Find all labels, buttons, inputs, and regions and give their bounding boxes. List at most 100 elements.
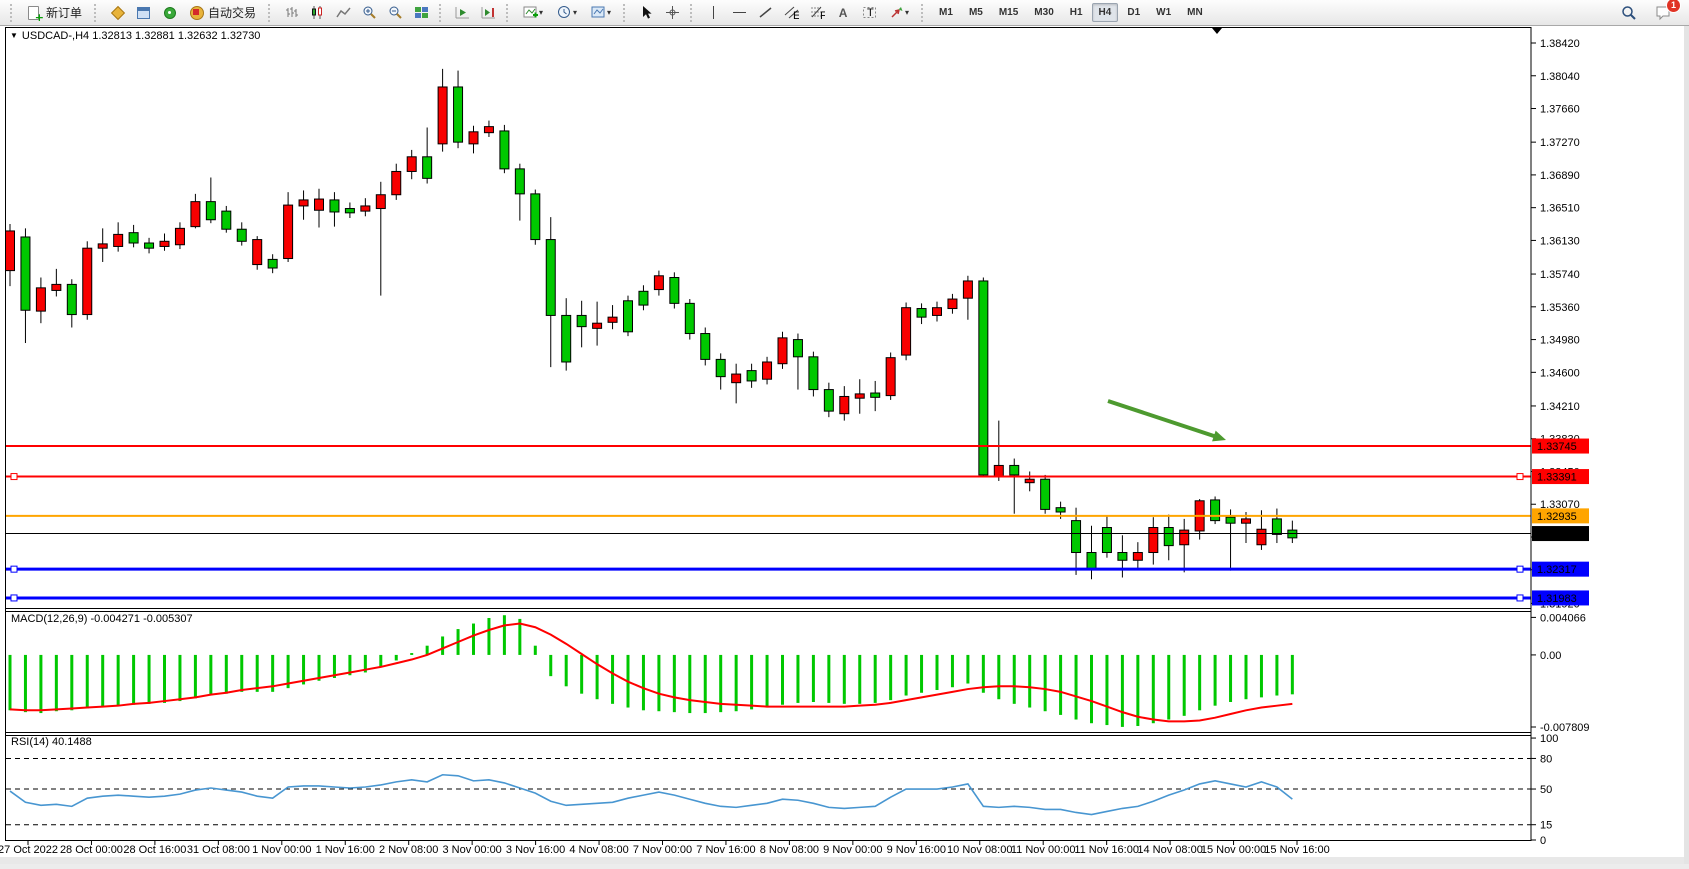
chart-canvas[interactable]: 1.384201.380401.376601.372701.368901.365…	[0, 26, 1689, 864]
candle-body	[994, 465, 1003, 476]
macd-histogram-bar	[132, 655, 135, 705]
period-button[interactable]: ▾	[551, 2, 583, 24]
macd-histogram-bar	[194, 655, 197, 698]
chart-shift-icon	[481, 5, 496, 20]
quotes-button[interactable]	[105, 2, 129, 24]
macd-histogram-bar	[472, 624, 475, 655]
trendline-icon	[758, 5, 773, 20]
macd-histogram-bar	[117, 655, 120, 706]
candle-body	[608, 317, 617, 322]
candle-body	[577, 315, 586, 326]
text-label-icon: T	[862, 5, 877, 20]
macd-histogram-bar	[642, 655, 645, 710]
candle-body	[515, 169, 524, 194]
line-handle[interactable]	[1517, 566, 1523, 572]
timeframe-h1-button[interactable]: H1	[1063, 3, 1090, 22]
timeframe-w1-button[interactable]: W1	[1149, 3, 1178, 22]
crosshair-tool-button[interactable]	[660, 2, 684, 24]
label-tool-button[interactable]: T	[857, 2, 881, 24]
line-handle[interactable]	[11, 566, 17, 572]
chart-title-text: USDCAD-,H4 1.32813 1.32881 1.32632 1.327…	[22, 30, 261, 42]
candle-body	[1211, 500, 1220, 521]
candle-body	[484, 127, 493, 133]
candle-body	[67, 284, 76, 314]
data-window-button[interactable]	[131, 2, 155, 24]
cursor-tool-button[interactable]	[634, 2, 658, 24]
line-handle[interactable]	[11, 474, 17, 480]
timeframe-mn-button[interactable]: MN	[1180, 3, 1210, 22]
candle-body	[840, 396, 849, 413]
line-chart-button[interactable]	[331, 2, 355, 24]
notification-badge: 1	[1666, 0, 1681, 13]
timeframe-m5-button[interactable]: M5	[962, 3, 990, 22]
price-tick-label: 1.37660	[1540, 104, 1580, 116]
equidistant-channel-icon: E	[784, 5, 799, 20]
candle-body	[917, 309, 926, 318]
fibonacci-tool-button[interactable]: F	[805, 2, 829, 24]
expand-triangle-icon[interactable]: ▼	[10, 31, 18, 40]
candle-body	[871, 393, 880, 397]
line-handle[interactable]	[1517, 595, 1523, 601]
zoom-out-button[interactable]	[383, 2, 407, 24]
macd-histogram-bar	[766, 655, 769, 708]
candle-body	[593, 323, 602, 328]
tile-windows-icon	[414, 5, 429, 20]
line-handle[interactable]	[1517, 474, 1523, 480]
notifications-button[interactable]: 1	[1651, 2, 1675, 24]
macd-histogram-bar	[1214, 655, 1217, 706]
autotrading-button[interactable]: 自动交易	[183, 1, 262, 24]
channel-tool-button[interactable]: E	[779, 2, 803, 24]
macd-histogram-bar	[1044, 655, 1047, 711]
candle-body	[1257, 529, 1266, 545]
time-axis-label: 1 Nov 00:00	[252, 844, 311, 856]
time-axis-label: 14 Nov 08:00	[1137, 844, 1202, 856]
chart-shift-button[interactable]	[476, 2, 500, 24]
macd-histogram-bar	[827, 655, 830, 703]
arrows-tool-button[interactable]: ▾	[883, 2, 915, 24]
candle-body	[716, 359, 725, 376]
price-tick-label: 1.36890	[1540, 170, 1580, 182]
candle-body	[454, 87, 463, 142]
clock-icon	[557, 5, 572, 20]
line-handle[interactable]	[11, 595, 17, 601]
timeframe-h4-button[interactable]: H4	[1092, 3, 1119, 22]
macd-histogram-bar	[1183, 655, 1186, 716]
price-tick-label: 1.38040	[1540, 71, 1580, 83]
text-tool-icon: A	[839, 6, 848, 20]
candle-body	[1118, 553, 1127, 561]
strategy-tester-button[interactable]	[157, 2, 181, 24]
add-indicator-button[interactable]: ▾	[517, 2, 549, 24]
macd-histogram-bar	[225, 655, 228, 694]
template-button[interactable]: ▾	[585, 2, 617, 24]
rsi-tick-label: 80	[1540, 753, 1552, 765]
candle-body	[392, 171, 401, 194]
bar-chart-button[interactable]	[279, 2, 303, 24]
horizontal-line-tool-button[interactable]	[727, 2, 751, 24]
candle-body	[1102, 528, 1111, 553]
macd-histogram-bar	[1275, 655, 1278, 696]
candle-body	[330, 200, 339, 212]
macd-histogram-bar	[534, 646, 537, 655]
new-order-button[interactable]: + 新订单	[21, 1, 88, 24]
macd-histogram-bar	[101, 655, 104, 707]
auto-scroll-button[interactable]	[450, 2, 474, 24]
candle-body	[1072, 521, 1081, 553]
macd-histogram-bar	[997, 655, 1000, 699]
macd-histogram-bar	[395, 655, 398, 661]
search-button[interactable]	[1617, 2, 1641, 24]
candlestick-chart-button[interactable]	[305, 2, 329, 24]
zoom-in-button[interactable]	[357, 2, 381, 24]
candle-body	[500, 131, 509, 169]
tile-windows-button[interactable]	[409, 2, 433, 24]
macd-histogram-bar	[796, 655, 799, 703]
text-tool-button[interactable]: A	[831, 2, 855, 24]
timeframe-m30-button[interactable]: M30	[1027, 3, 1060, 22]
chart-title: ▼ USDCAD-,H4 1.32813 1.32881 1.32632 1.32…	[10, 30, 260, 42]
signal-icon	[162, 5, 177, 20]
trendline-tool-button[interactable]	[753, 2, 777, 24]
timeframe-m1-button[interactable]: M1	[932, 3, 960, 22]
timeframe-m15-button[interactable]: M15	[992, 3, 1025, 22]
vertical-line-tool-button[interactable]	[701, 2, 725, 24]
timeframe-d1-button[interactable]: D1	[1120, 3, 1147, 22]
price-tick-label: 1.35360	[1540, 302, 1580, 314]
